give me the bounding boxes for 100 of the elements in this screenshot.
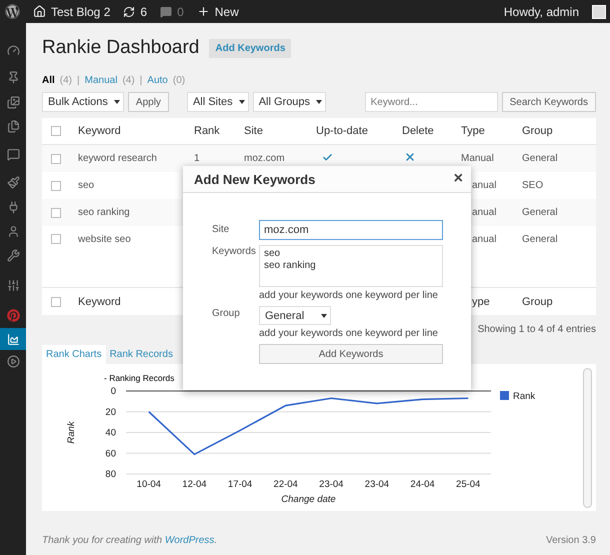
brush-icon [6, 176, 20, 189]
checkbox[interactable] [51, 180, 61, 190]
y-tick-label: 60 [105, 448, 116, 460]
type-cell-text: anual [471, 207, 498, 218]
keywords-label: Keywords [212, 245, 257, 259]
comments-count: 0 [177, 4, 184, 18]
site-cell-text: moz.com [244, 153, 286, 164]
add-keywords-submit-button[interactable]: Add Keywords [259, 344, 443, 364]
wordpress-logo-icon[interactable] [5, 4, 20, 19]
chart-title: - Ranking Records [104, 373, 174, 383]
caret-icon [114, 100, 120, 104]
checkbox[interactable] [51, 208, 61, 218]
x-tick-label: 25-04 [456, 479, 480, 490]
column-header: Rank [194, 125, 221, 137]
y-tick-label: 80 [105, 469, 116, 480]
y-tick-label: 40 [105, 428, 116, 438]
group-select[interactable]: General [259, 306, 331, 325]
home-icon[interactable] [33, 5, 46, 18]
comment-icon [6, 148, 20, 160]
checkbox[interactable] [51, 154, 61, 164]
new-link[interactable]: New [214, 4, 239, 18]
filter-count: (4) [60, 75, 72, 86]
plus-icon[interactable] [196, 5, 210, 18]
group-hint: add your keywords one keyword per line [259, 328, 439, 339]
checkbox[interactable] [51, 234, 61, 244]
rank-cell-text: 1 [194, 153, 201, 164]
column-header: Keyword [78, 296, 122, 308]
column-header: Keyword [78, 125, 122, 137]
play-icon [6, 354, 20, 368]
sites-select[interactable]: All Sites [186, 92, 249, 112]
separator: | [77, 75, 80, 86]
page-title: Rankie Dashboard [42, 37, 200, 59]
updates-icon[interactable] [123, 6, 136, 18]
keyword-cell-text: seo [78, 180, 96, 191]
x-axis-label: Change date [281, 494, 336, 505]
pinterest-icon [6, 308, 20, 322]
x-tick-label: 23-04 [319, 479, 344, 490]
avatar[interactable] [592, 4, 606, 18]
y-tick-label: 0 [110, 386, 116, 397]
x-tick-label: 23-04 [364, 479, 390, 490]
filter-count: (0) [172, 75, 186, 86]
column-header: Type [461, 125, 486, 137]
sidebar-item[interactable] [0, 328, 26, 350]
updates-count: 6 [140, 4, 148, 18]
dialog-title: Add New Keywords [194, 172, 316, 186]
site-name-link[interactable]: Test Blog 2 [51, 4, 110, 18]
column-header: Group [522, 125, 554, 137]
tab[interactable]: Rank Charts [42, 345, 106, 364]
legend-label: Rank [513, 391, 536, 402]
keyword-cell-text: seo ranking [78, 207, 131, 218]
delete-icon[interactable] [404, 151, 416, 163]
user-icon [6, 224, 20, 238]
group-cell-text: SEO [522, 180, 544, 191]
caret-icon [316, 100, 322, 104]
footer-text: Thank you for creating with WordPress. [42, 535, 218, 546]
type-cell-text: anual [471, 234, 498, 245]
keyword-search-field[interactable]: Keyword... [364, 92, 498, 112]
close-button[interactable]: × [454, 171, 463, 187]
column-header: Up-to-date [316, 125, 369, 137]
type-cell-text: Manual [461, 153, 495, 164]
y-tick-label: 20 [105, 406, 116, 418]
keyword-cell-text: keyword research [78, 153, 158, 164]
greeting-link[interactable]: Howdy, admin [504, 4, 579, 18]
type-cell-text: anual [471, 180, 498, 191]
checkbox[interactable] [51, 126, 61, 136]
pages-icon [6, 120, 20, 132]
checkbox[interactable] [51, 296, 61, 306]
x-tick-label: 10-04 [136, 479, 161, 490]
filter-count: (4) [122, 75, 135, 86]
scrollbar[interactable] [583, 368, 592, 508]
bulk-actions-select[interactable]: Bulk Actions [42, 92, 124, 112]
caret-icon [238, 100, 245, 104]
separator: | [140, 75, 142, 86]
search-keywords-button[interactable]: Search Keywords [502, 92, 596, 112]
group-cell-text: General [522, 207, 559, 218]
comment-icon[interactable] [160, 6, 172, 18]
entries-info: Showing 1 to 4 of 4 entries [478, 324, 596, 335]
column-header: ype [471, 296, 491, 308]
keyword-cell-text: website seo [78, 234, 132, 245]
keywords-hint: add your keywords one keyword per line [259, 290, 439, 301]
filter-link[interactable]: All [42, 75, 55, 86]
images-icon [6, 96, 20, 108]
x-tick-label: 17-04 [228, 479, 252, 490]
x-tick-label: 24-04 [410, 479, 435, 490]
group-label: Group [212, 307, 241, 321]
keywords-field[interactable]: seo seo ranking [259, 245, 443, 287]
groups-select[interactable]: All Groups [252, 92, 326, 112]
version-text: Version 3.9 [546, 535, 596, 546]
group-cell-text: General [522, 234, 559, 245]
wrench-icon [6, 249, 20, 262]
apply-button[interactable]: Apply [128, 92, 169, 112]
group-cell-text: General [522, 153, 559, 164]
plug-icon [6, 200, 20, 214]
site-label: Site [212, 223, 230, 237]
pin-icon [6, 71, 20, 84]
site-field[interactable]: moz.com [259, 220, 443, 240]
x-tick-label: 12-04 [182, 479, 207, 490]
x-tick-label: 22-04 [274, 479, 298, 490]
gauge-icon [6, 44, 20, 56]
sliders-icon [6, 278, 20, 292]
